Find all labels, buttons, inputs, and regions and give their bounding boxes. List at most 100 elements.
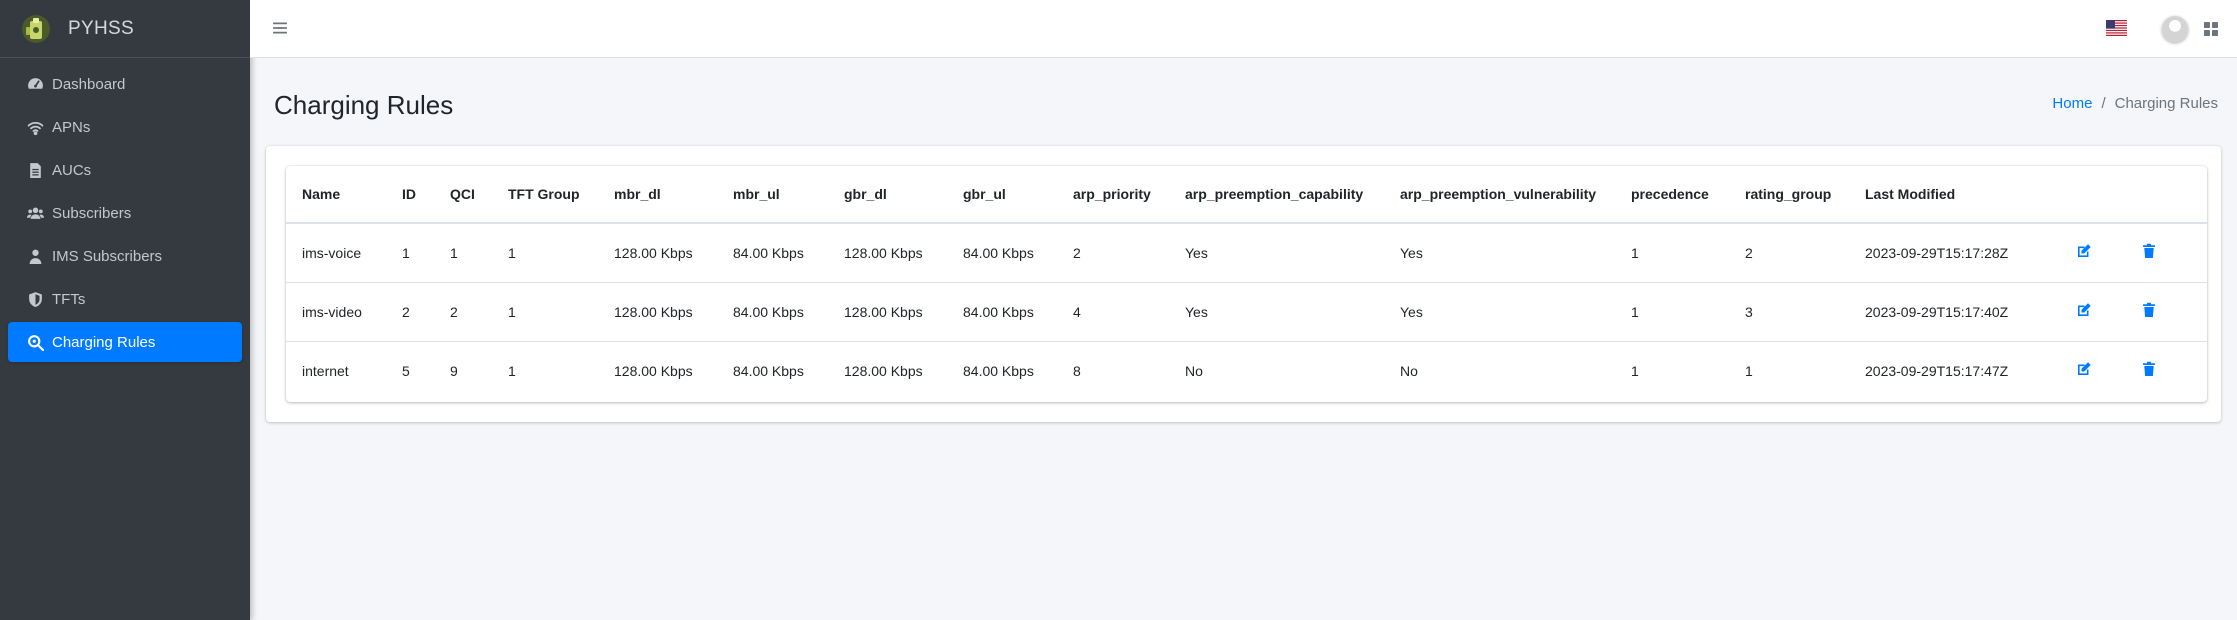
cell-delete xyxy=(2125,341,2207,400)
column-header-edit xyxy=(2060,166,2125,224)
cell-last-modified: 2023-09-29T15:17:47Z xyxy=(1865,362,2009,379)
table-header-row: Name ID QCI TFT Group mbr_dl mbr_ul gbr_… xyxy=(286,166,2207,224)
sidebar-item-label: IMS Subscribers xyxy=(52,247,163,265)
column-header-name[interactable]: Name xyxy=(286,166,386,224)
sidebar-item-charging-rules[interactable]: Charging Rules xyxy=(8,322,242,362)
cell-arp-priority: 2 xyxy=(1057,223,1169,283)
sidebar-item-dashboard[interactable]: Dashboard xyxy=(8,64,242,104)
cell-mbr-dl: 128.00 Kbps xyxy=(614,362,693,379)
brand-name: PYHSS xyxy=(68,17,134,39)
charging-rules-card: Name ID QCI TFT Group mbr_dl mbr_ul gbr_… xyxy=(266,146,2221,422)
cell-qci: 2 xyxy=(434,282,492,342)
cell-name: ims-video xyxy=(286,282,386,342)
avatar-icon[interactable] xyxy=(2162,16,2188,42)
column-header-mbr-ul[interactable]: mbr_ul xyxy=(717,166,828,224)
column-header-gbr-dl[interactable]: gbr_dl xyxy=(828,166,947,224)
file-icon xyxy=(26,161,44,179)
cell-edit xyxy=(2060,341,2125,400)
cell-id: 2 xyxy=(386,282,434,342)
column-header-arp-priority[interactable]: arp_priority xyxy=(1057,166,1169,224)
cell-arp-preemption-capability: Yes xyxy=(1169,223,1384,283)
cell-mbr-ul: 84.00 Kbps xyxy=(717,223,828,283)
cell-last-modified: 2023-09-29T15:17:40Z xyxy=(1849,282,2060,342)
breadcrumb: Home / Charging Rules xyxy=(2052,95,2218,112)
sidebar-item-label: Subscribers xyxy=(52,204,132,222)
trash-icon[interactable] xyxy=(2141,302,2157,318)
edit-icon[interactable] xyxy=(2076,243,2092,259)
cell-delete xyxy=(2125,223,2207,283)
cell-arp-priority: 4 xyxy=(1057,282,1169,342)
cell-gbr-ul: 84.00 Kbps xyxy=(947,282,1057,342)
sidebar: PYHSS Dashboard APNs AUCs Subscribers IM… xyxy=(0,0,250,620)
column-header-last-modified[interactable]: Last Modified xyxy=(1849,166,2060,224)
shield-icon xyxy=(26,290,44,308)
cell-rating-group: 3 xyxy=(1729,282,1849,342)
cell-edit xyxy=(2060,282,2125,342)
column-header-rating-group[interactable]: rating_group xyxy=(1729,166,1849,224)
column-header-id[interactable]: ID xyxy=(386,166,434,224)
search-icon xyxy=(26,333,44,351)
cell-gbr-dl: 128.00 Kbps xyxy=(828,223,947,283)
sidebar-item-ims-subscribers[interactable]: IMS Subscribers xyxy=(8,236,242,276)
table-row: internet 5 9 1 128.00 Kbps 84.00 Kbps 12… xyxy=(286,341,2207,400)
cell-arp-preemption-capability: No xyxy=(1185,362,1203,379)
cell-name: internet xyxy=(302,362,349,379)
cell-arp-preemption-vulnerability: No xyxy=(1400,362,1418,379)
column-header-mbr-dl[interactable]: mbr_dl xyxy=(598,166,717,224)
cell-precedence: 1 xyxy=(1615,223,1729,283)
cell-last-modified: 2023-09-29T15:17:28Z xyxy=(1849,223,2060,283)
sidebar-item-label: TFTs xyxy=(52,290,86,308)
edit-icon[interactable] xyxy=(2076,361,2092,377)
table-row: ims-voice 1 1 1 128.00 Kbps 84.00 Kbps 1… xyxy=(286,223,2207,283)
cell-mbr-dl: 128.00 Kbps xyxy=(598,223,717,283)
cell-id: 1 xyxy=(386,223,434,283)
column-header-gbr-ul[interactable]: gbr_ul xyxy=(947,166,1057,224)
breadcrumb-home-link[interactable]: Home xyxy=(2052,95,2092,112)
breadcrumb-separator: / xyxy=(2101,95,2106,112)
user-icon xyxy=(26,247,44,265)
edit-icon[interactable] xyxy=(2076,302,2092,318)
cell-arp-preemption-capability: Yes xyxy=(1169,282,1384,342)
column-header-qci[interactable]: QCI xyxy=(434,166,492,224)
us-flag-icon[interactable] xyxy=(2106,20,2127,36)
column-header-arp-preemption-vulnerability[interactable]: arp_preemption_vulnerability xyxy=(1384,166,1615,224)
cell-delete xyxy=(2125,282,2207,342)
grid-icon[interactable] xyxy=(2203,21,2219,37)
sidebar-item-apns[interactable]: APNs xyxy=(8,107,242,147)
cell-tft-group: 1 xyxy=(492,282,598,342)
column-header-precedence[interactable]: precedence xyxy=(1615,166,1729,224)
sidebar-item-tfts[interactable]: TFTs xyxy=(8,279,242,319)
cell-tft-group: 1 xyxy=(492,223,598,283)
cell-rating-group: 2 xyxy=(1729,223,1849,283)
cell-gbr-dl: 128.00 Kbps xyxy=(844,362,923,379)
cell-gbr-dl: 128.00 Kbps xyxy=(828,282,947,342)
cell-arp-preemption-vulnerability: Yes xyxy=(1384,282,1615,342)
cell-arp-preemption-vulnerability: Yes xyxy=(1384,223,1615,283)
column-header-arp-preemption-capability[interactable]: arp_preemption_capability xyxy=(1169,166,1384,224)
cell-precedence: 1 xyxy=(1615,282,1729,342)
cell-gbr-ul: 84.00 Kbps xyxy=(947,223,1057,283)
charging-rules-table-container: Name ID QCI TFT Group mbr_dl mbr_ul gbr_… xyxy=(286,166,2207,402)
cell-qci: 9 xyxy=(450,362,458,379)
pyhss-logo-icon xyxy=(22,14,50,43)
cell-id: 5 xyxy=(402,362,410,379)
cell-mbr-dl: 128.00 Kbps xyxy=(598,282,717,342)
hamburger-icon[interactable] xyxy=(272,20,288,36)
cell-arp-priority: 8 xyxy=(1073,362,1081,379)
page-title: Charging Rules xyxy=(274,90,454,120)
cell-tft-group: 1 xyxy=(508,362,516,379)
sidebar-item-subscribers[interactable]: Subscribers xyxy=(8,193,242,233)
top-navbar xyxy=(250,0,2237,58)
cell-qci: 1 xyxy=(434,223,492,283)
column-header-tft-group[interactable]: TFT Group xyxy=(492,166,598,224)
cell-mbr-ul: 84.00 Kbps xyxy=(733,362,804,379)
users-icon xyxy=(26,204,44,222)
sidebar-item-aucs[interactable]: AUCs xyxy=(8,150,242,190)
brand-link[interactable]: PYHSS xyxy=(0,0,250,58)
charging-rules-table: Name ID QCI TFT Group mbr_dl mbr_ul gbr_… xyxy=(286,166,2207,400)
trash-icon[interactable] xyxy=(2141,361,2157,377)
cell-name: ims-voice xyxy=(286,223,386,283)
trash-icon[interactable] xyxy=(2141,243,2157,259)
table-row: ims-video 2 2 1 128.00 Kbps 84.00 Kbps 1… xyxy=(286,282,2207,342)
wifi-icon xyxy=(26,118,44,136)
